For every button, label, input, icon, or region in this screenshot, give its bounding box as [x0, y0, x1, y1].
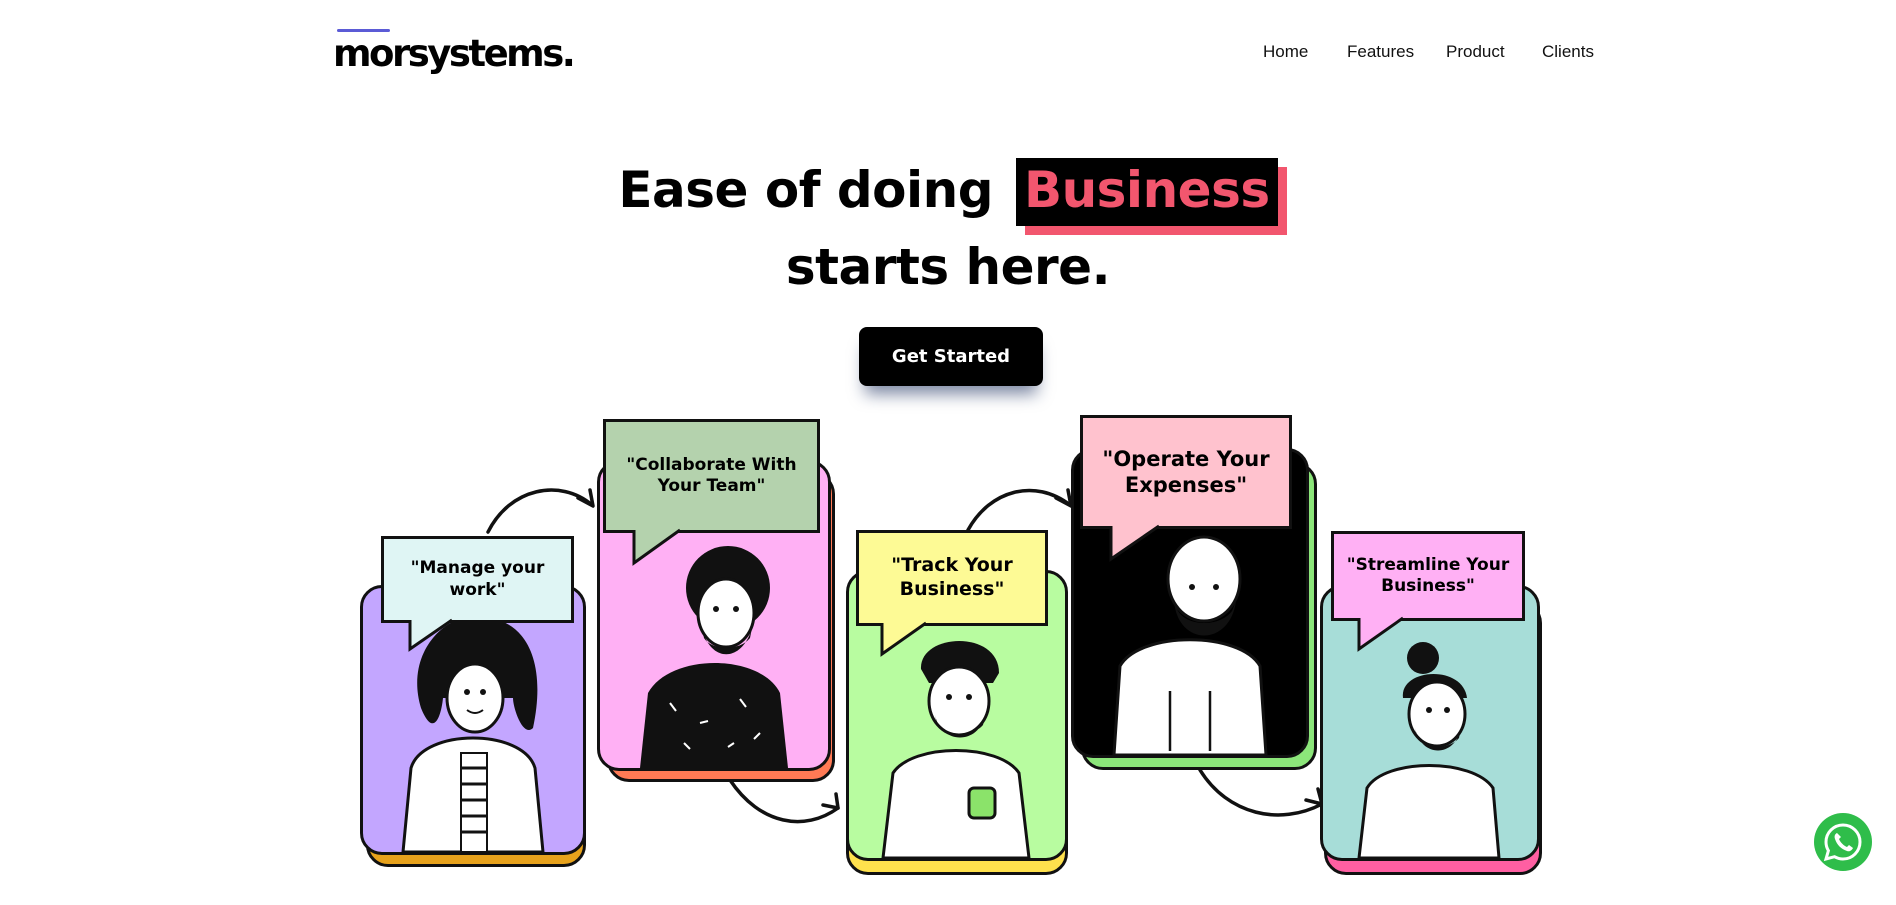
arrow-2-to-3 [728, 778, 840, 824]
quote-bubble-streamline: "Streamline Your Business" [1331, 531, 1525, 621]
card-front-panel [1320, 585, 1540, 861]
arrow-1-to-2 [486, 488, 594, 534]
card-front-panel [360, 585, 586, 855]
quote-bubble-collaborate: "Collaborate With Your Team" [603, 419, 820, 533]
arrow-4-to-5 [1198, 768, 1324, 817]
bubble-tail [408, 618, 453, 652]
bubble-tail [880, 621, 927, 657]
person-illustration [1357, 642, 1501, 858]
feature-card-manage [360, 585, 590, 870]
bubble-tail [1109, 524, 1160, 562]
quote-bubble-manage: "Manage your work" [381, 536, 574, 623]
bubble-tail [1357, 616, 1404, 652]
bubble-tail [632, 528, 681, 566]
arrow-3-to-4 [966, 488, 1072, 532]
feature-card-streamline [1320, 585, 1542, 875]
person-illustration [401, 616, 545, 852]
quote-bubble-track: "Track Your Business" [856, 530, 1048, 626]
quote-bubble-operate: "Operate Your Expenses" [1080, 415, 1292, 529]
